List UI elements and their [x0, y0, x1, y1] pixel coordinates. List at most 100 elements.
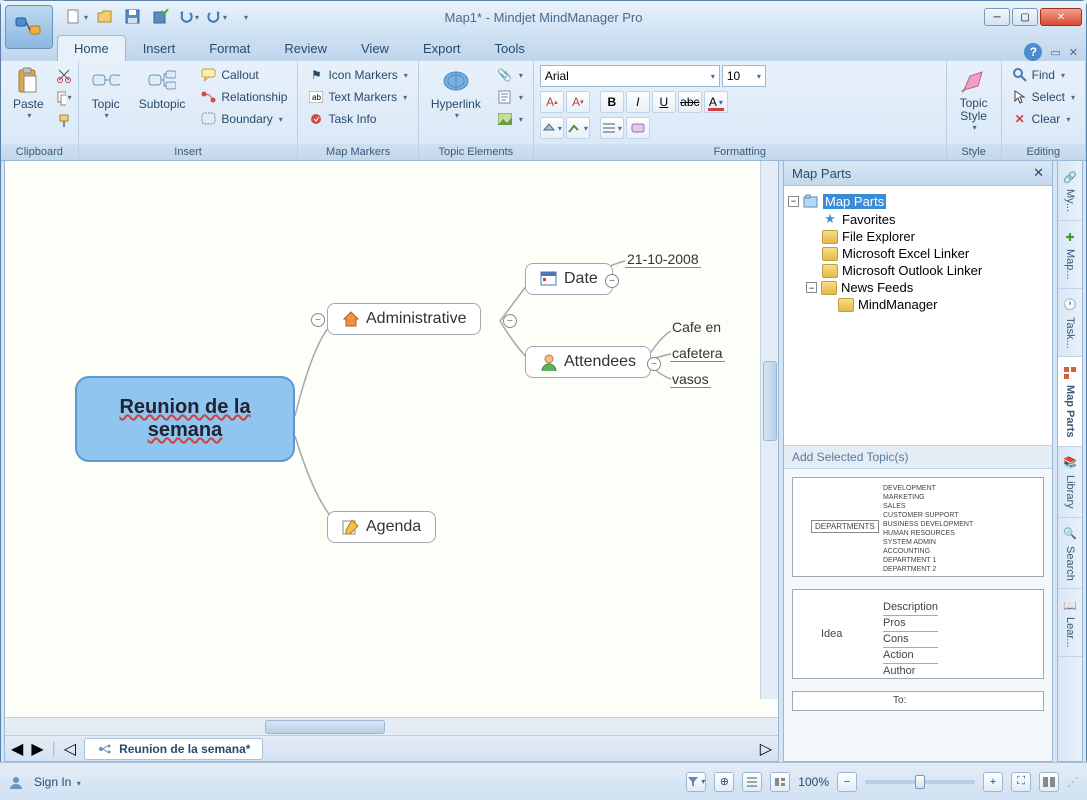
image-icon[interactable]: ▾: [493, 109, 527, 129]
preview-departments[interactable]: DEPARTMENTS DEVELOPMENTMARKETINGSALESCUS…: [792, 477, 1044, 577]
underline-button[interactable]: U: [652, 91, 676, 113]
expander-icon[interactable]: −: [806, 282, 817, 293]
preview-idea[interactable]: Idea DescriptionProsConsActionAuthor: [792, 589, 1044, 679]
maximize-button[interactable]: ▢: [1012, 8, 1038, 26]
sidetab-learning[interactable]: 📖Lear...: [1058, 589, 1082, 657]
tree-favorites[interactable]: ★Favorites: [788, 210, 1048, 228]
document-tab[interactable]: Reunion de la semana*: [84, 738, 263, 760]
select-button[interactable]: Select▾: [1008, 87, 1079, 107]
tab-view[interactable]: View: [344, 35, 406, 61]
fill-color-button[interactable]: ▾: [540, 117, 564, 139]
tab-export[interactable]: Export: [406, 35, 478, 61]
tree-excel-linker[interactable]: Microsoft Excel Linker: [788, 245, 1048, 262]
view-outline-icon[interactable]: [742, 772, 762, 792]
close-ribbon-icon[interactable]: ✕: [1069, 46, 1078, 59]
text-markers-button[interactable]: abText Markers▾: [304, 87, 411, 107]
tab-review[interactable]: Review: [267, 35, 344, 61]
save-button[interactable]: [121, 5, 145, 29]
tab-home[interactable]: Home: [57, 35, 126, 61]
topic-administrative[interactable]: Administrative: [327, 303, 481, 335]
tree-file-explorer[interactable]: File Explorer: [788, 228, 1048, 245]
font-size-combo[interactable]: 10▾: [722, 65, 766, 87]
nav-last-icon[interactable]: ▷: [760, 739, 772, 759]
toggle-attendees[interactable]: −: [647, 357, 661, 371]
nav-back-icon[interactable]: ◀: [11, 739, 23, 759]
font-color-button[interactable]: A▾: [704, 91, 728, 113]
attendee-3[interactable]: vasos: [670, 371, 711, 388]
sidetab-map[interactable]: ✚Map...: [1058, 221, 1082, 289]
filter-icon[interactable]: ▾: [686, 772, 706, 792]
hyperlink-button[interactable]: Hyperlink▾: [425, 65, 487, 122]
attendee-1[interactable]: Cafe en: [670, 319, 723, 335]
redo-button[interactable]: ▾: [205, 5, 229, 29]
tab-format[interactable]: Format: [192, 35, 267, 61]
tree-news-feeds[interactable]: −News Feeds: [788, 279, 1048, 296]
panel-close-icon[interactable]: ✕: [1033, 165, 1044, 181]
alignment-button[interactable]: ▾: [600, 117, 624, 139]
topic-agenda[interactable]: Agenda: [327, 511, 436, 543]
sidetab-mapparts[interactable]: Map Parts: [1058, 357, 1082, 447]
copy-icon[interactable]: ▾: [56, 90, 72, 106]
paste-button[interactable]: Paste▾: [7, 65, 50, 122]
qat-customize[interactable]: ▾: [233, 5, 257, 29]
notes-icon[interactable]: ▾: [493, 87, 527, 107]
topic-attendees[interactable]: Attendees: [525, 346, 651, 378]
mindmap-canvas[interactable]: Reunion de la semana − Administrative − …: [5, 161, 778, 717]
boundary-button[interactable]: Boundary▾: [197, 109, 291, 129]
attachment-icon[interactable]: 📎▾: [493, 65, 527, 85]
split-view-icon[interactable]: [1039, 772, 1059, 792]
close-button[interactable]: ✕: [1040, 8, 1082, 26]
tab-insert[interactable]: Insert: [126, 35, 193, 61]
preview-list[interactable]: DEPARTMENTS DEVELOPMENTMARKETINGSALESCUS…: [784, 469, 1052, 761]
topic-date[interactable]: Date: [525, 263, 613, 295]
minimize-button[interactable]: ─: [984, 8, 1010, 26]
task-info-button[interactable]: Task Info: [304, 109, 411, 129]
zoom-in-button[interactable]: +: [983, 772, 1003, 792]
fit-icon[interactable]: ⊕: [714, 772, 734, 792]
sidetab-library[interactable]: 📚Library: [1058, 447, 1082, 518]
central-topic[interactable]: Reunion de la semana: [75, 376, 295, 462]
preview-email[interactable]: To:: [792, 691, 1044, 711]
line-color-button[interactable]: ▾: [566, 117, 590, 139]
strikethrough-button[interactable]: abc: [678, 91, 702, 113]
new-button[interactable]: ▾: [65, 5, 89, 29]
sidetab-search[interactable]: 🔍Search: [1058, 518, 1082, 590]
callout-button[interactable]: Callout: [197, 65, 291, 85]
nav-forward-icon[interactable]: ▶: [31, 739, 43, 759]
open-button[interactable]: [93, 5, 117, 29]
toggle-admin[interactable]: −: [503, 314, 517, 328]
clear-button[interactable]: ✕Clear▾: [1008, 109, 1079, 129]
topic-button[interactable]: Topic▾: [85, 65, 127, 122]
nav-first-icon[interactable]: ◁: [64, 739, 76, 759]
bold-button[interactable]: B: [600, 91, 624, 113]
sidetab-task[interactable]: 🕐Task...: [1058, 289, 1082, 358]
relationship-button[interactable]: Relationship: [197, 87, 291, 107]
zoom-out-button[interactable]: −: [837, 772, 857, 792]
find-button[interactable]: Find▾: [1008, 65, 1079, 85]
toggle-date[interactable]: −: [605, 274, 619, 288]
sidetab-my[interactable]: 🔗My...: [1058, 161, 1082, 221]
zoom-slider[interactable]: [865, 780, 975, 784]
expander-icon[interactable]: −: [788, 196, 799, 207]
attendee-2[interactable]: cafetera: [670, 345, 725, 362]
view-map-icon[interactable]: [770, 772, 790, 792]
tree-root[interactable]: − Map Parts: [788, 192, 1048, 210]
subtopic-button[interactable]: Subtopic: [133, 65, 192, 113]
italic-button[interactable]: I: [626, 91, 650, 113]
format-topic-button[interactable]: [626, 117, 650, 139]
format-painter-icon[interactable]: [56, 113, 72, 129]
horizontal-scrollbar[interactable]: [5, 717, 778, 735]
tab-tools[interactable]: Tools: [478, 35, 542, 61]
date-value[interactable]: 21-10-2008: [625, 251, 701, 268]
sign-in-link[interactable]: Sign In ▾: [34, 775, 81, 789]
grow-font-button[interactable]: A▴: [540, 91, 564, 113]
icon-markers-button[interactable]: ⚑Icon Markers▾: [304, 65, 411, 85]
cut-icon[interactable]: [56, 67, 72, 83]
help-icon[interactable]: ?: [1024, 43, 1042, 61]
save-and-check-button[interactable]: [149, 5, 173, 29]
app-menu-button[interactable]: [5, 5, 53, 49]
fit-window-icon[interactable]: ⛶: [1011, 772, 1031, 792]
vertical-scrollbar[interactable]: [760, 161, 778, 699]
zoom-level[interactable]: 100%: [798, 775, 829, 789]
resize-grip[interactable]: ⋰: [1067, 775, 1079, 789]
